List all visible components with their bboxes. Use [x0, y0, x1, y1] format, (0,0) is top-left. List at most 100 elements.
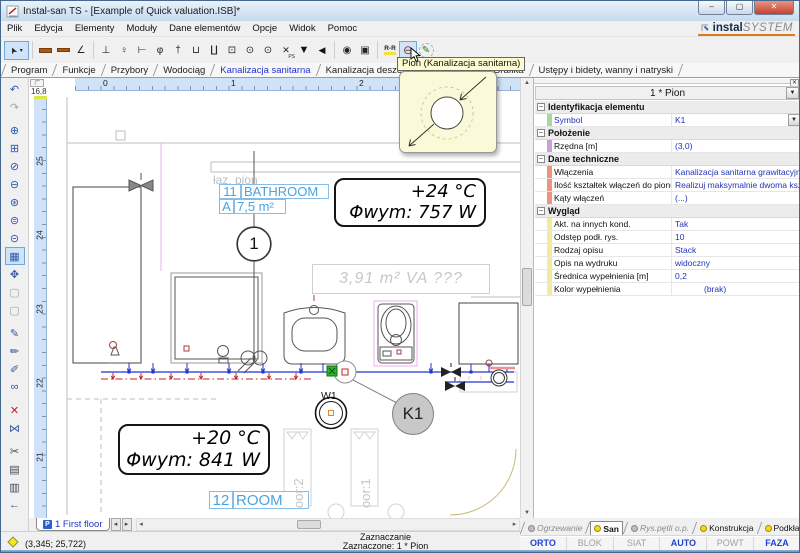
double-basin-tool-button[interactable]: ∐	[205, 41, 223, 60]
marquee-select-button[interactable]: ▢	[5, 283, 25, 301]
menu-opcje[interactable]: Opcje	[246, 23, 283, 34]
side-connection-button[interactable]: ⊢	[133, 41, 151, 60]
cross-ps-tool-button[interactable]: ✕PS	[277, 41, 295, 60]
pipe-tool-button[interactable]	[36, 41, 54, 60]
minimize-button[interactable]: –	[698, 1, 725, 15]
select-tool-button[interactable]: ➤ ▾	[4, 41, 29, 60]
toggle-siat[interactable]: SIAT	[614, 537, 661, 550]
valve-tool-button[interactable]: φ	[151, 41, 169, 60]
property-value[interactable]: Stack	[672, 244, 800, 256]
property-row[interactable]: Odstęp podł. rys.10	[535, 231, 800, 244]
basin-tool-button[interactable]: ⊔	[187, 41, 205, 60]
property-value[interactable]: Kanalizacja sanitarna grawitacyjna	[672, 166, 800, 178]
zoom-window-button[interactable]: ⊞	[5, 139, 25, 157]
drain-label[interactable]: W1	[321, 390, 337, 402]
view-tab-rys-petli[interactable]: Rys.pętli o.p.	[628, 521, 692, 535]
sheet-prev-icon[interactable]: ◂	[111, 518, 121, 531]
toggle-powt[interactable]: POWT	[707, 537, 754, 550]
property-row[interactable]: Rodzaj opisuStack	[535, 244, 800, 257]
collapse-icon[interactable]: –	[537, 207, 545, 215]
split-pipe-button[interactable]: ⋈	[5, 419, 25, 437]
chevron-down-icon[interactable]: ▼	[788, 114, 800, 126]
scroll-right-icon[interactable]: ▸	[510, 519, 519, 530]
fitting2-tool-button[interactable]: ⊙	[259, 41, 277, 60]
sheet-tab-first-floor[interactable]: P 1 First floor	[36, 518, 110, 531]
undo-button[interactable]: ↶	[5, 80, 25, 98]
property-row[interactable]: Rzędna [m](3,0)	[535, 140, 800, 153]
perpendicular-connect-button[interactable]: ⊥	[97, 41, 115, 60]
format-brush-settings-button[interactable]: ✐	[5, 360, 25, 378]
eye-fitting-button[interactable]: ◉	[338, 41, 356, 60]
redo-button[interactable]: ↷	[5, 98, 25, 116]
panel-header[interactable]: 1 * Pion ▼	[535, 86, 800, 100]
chevron-down-icon[interactable]: ▾	[20, 47, 23, 54]
fitting-tool-button[interactable]: ⊙	[241, 41, 259, 60]
menu-moduly[interactable]: Moduły	[120, 23, 163, 34]
format-brush-button[interactable]: ✏	[5, 342, 25, 360]
temperature-box-room[interactable]: +20 °C Φwym: 841 W	[118, 424, 270, 475]
property-row[interactable]: Kolor wypełnienia(brak)	[535, 283, 800, 296]
pipe2-tool-button[interactable]	[54, 41, 72, 60]
property-section[interactable]: –Położenie	[535, 127, 800, 140]
view-tab-san[interactable]: San	[590, 521, 623, 535]
scroll-left-icon[interactable]: ◂	[137, 519, 146, 530]
close-button[interactable]: ✕	[754, 1, 794, 15]
shield-tool-button[interactable]: ▼	[295, 41, 313, 60]
door-label-1[interactable]: oor:1	[358, 436, 373, 508]
menu-edycja[interactable]: Edycja	[28, 23, 69, 34]
property-value[interactable]: (brak)	[672, 283, 800, 295]
property-section[interactable]: –Dane techniczne	[535, 153, 800, 166]
property-row[interactable]: Średnica wypełnienia [m]0,2	[535, 270, 800, 283]
tab-funkcje[interactable]: Funkcje	[57, 63, 100, 77]
property-value[interactable]: (3,0)	[672, 140, 800, 152]
property-row[interactable]: WłączeniaKanalizacja sanitarna grawitacy…	[535, 166, 800, 179]
tab-kanalizacja-sanitarna[interactable]: Kanalizacja sanitarna	[215, 63, 315, 77]
property-row[interactable]: Kąty włączeń(...)	[535, 192, 800, 205]
tab-ustepy-wanny[interactable]: Ustępy i bidety, wanny i natryski	[534, 63, 678, 77]
zoom-button[interactable]: ⊕	[5, 121, 25, 139]
marquee-add-button[interactable]: ▢	[5, 301, 25, 319]
copy-button[interactable]: ▤	[5, 460, 25, 478]
property-row[interactable]: Opis na wydrukuwidoczny	[535, 257, 800, 270]
door-label-2[interactable]: oor:2	[291, 436, 306, 508]
panel-grip[interactable]	[534, 78, 800, 84]
property-value[interactable]: Realizuj maksymalnie dwoma kształtkami	[672, 179, 800, 191]
menu-dane-elementow[interactable]: Dane elementów	[163, 23, 246, 34]
maximize-button[interactable]: ▢	[726, 1, 753, 15]
canvas-vertical-scrollbar[interactable]: ▲ ▼	[520, 78, 533, 518]
ruler-settings-icon[interactable]: |''''	[30, 79, 44, 87]
property-value[interactable]: 0,2	[672, 270, 800, 282]
canvas-horizontal-scrollbar[interactable]: ◂ ▸	[136, 518, 520, 531]
zoom-selection-button[interactable]: ⊜	[5, 211, 25, 229]
tab-program[interactable]: Program	[6, 63, 52, 77]
toggle-blok[interactable]: BLOK	[567, 537, 614, 550]
zoom-dynamic-button[interactable]: ⊘	[5, 157, 25, 175]
menu-plik[interactable]: Plik	[1, 23, 28, 34]
room-label-bathroom[interactable]: 11 BATHROOM A 7,5 m²	[219, 184, 329, 214]
zoom-out-button[interactable]: ⊖	[5, 175, 25, 193]
view-tab-ogrzewanie[interactable]: Ogrzewanie	[525, 521, 585, 535]
zoom-previous-button[interactable]: ⊝	[5, 229, 25, 247]
speaker-tool-button[interactable]: ◀	[313, 41, 331, 60]
angled-pipe-tool-button[interactable]: ∠	[72, 41, 90, 60]
view-tab-podklad[interactable]: Podkład	[762, 521, 800, 535]
property-row[interactable]: SymbolK1▼	[535, 114, 800, 127]
collapse-icon[interactable]: –	[537, 129, 545, 137]
property-row[interactable]: Akt. na innych kond.Tak	[535, 218, 800, 231]
find-connections-button[interactable]: ∞	[5, 378, 25, 396]
sheet-next-icon[interactable]: ▸	[122, 518, 132, 531]
property-value[interactable]: 10	[672, 231, 800, 243]
stack-symbol-balloon[interactable]: K1	[392, 393, 434, 435]
menu-widok[interactable]: Widok	[283, 23, 321, 34]
toggle-orto[interactable]: ORTO	[520, 537, 567, 550]
property-value[interactable]: (...)	[672, 192, 800, 204]
scroll-down-icon[interactable]: ▼	[521, 510, 533, 516]
tee-tool-button[interactable]: †	[169, 41, 187, 60]
property-value[interactable]: K1▼	[672, 114, 800, 126]
va-area-box[interactable]: 3,91 m² VA ???	[312, 264, 490, 294]
property-section[interactable]: –Identyfikacja elementu	[535, 101, 800, 114]
corner-basin-tool-button[interactable]: ⊡	[223, 41, 241, 60]
frame-tool-button[interactable]: ▣	[356, 41, 374, 60]
temperature-box-bathroom[interactable]: +24 °C Φwym: 757 W	[334, 178, 486, 227]
property-row[interactable]: Ilość kształtek włączeń do pionuRealizuj…	[535, 179, 800, 192]
